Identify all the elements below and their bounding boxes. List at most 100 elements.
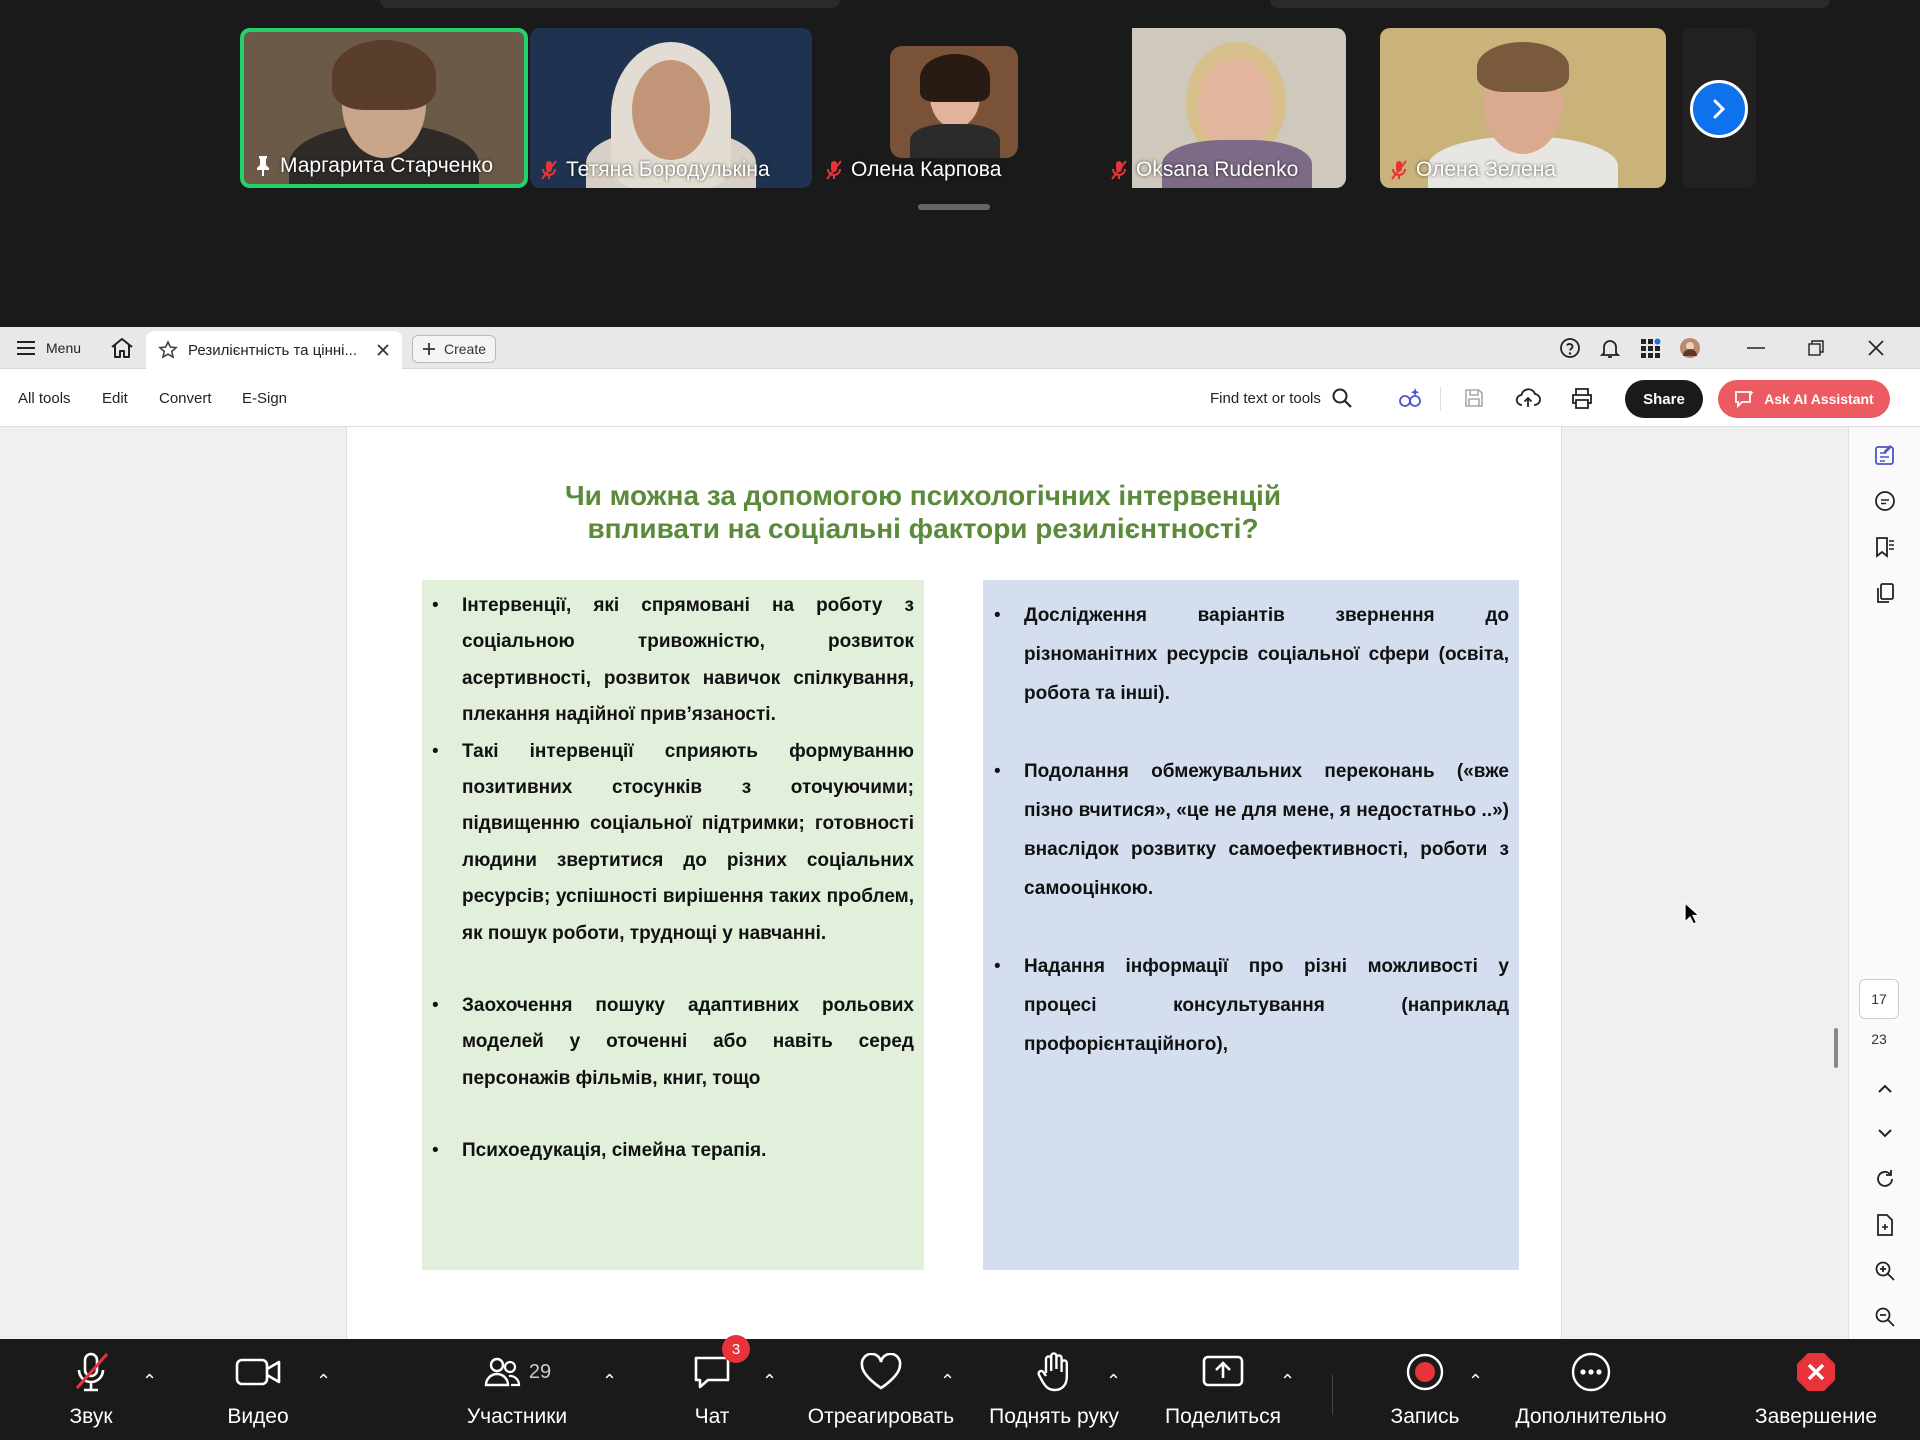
previous-page-button[interactable] (1869, 1073, 1901, 1105)
audio-options-caret[interactable]: ⌃ (142, 1371, 157, 1392)
top-bar-hint-left (380, 0, 840, 8)
video-tile-4[interactable]: Oksana Rudenko (1100, 28, 1346, 188)
mic-muted-icon (1391, 160, 1407, 180)
list-item: Дослідження варіантів звернення до різно… (994, 596, 1509, 713)
document-tab[interactable]: Резилієнтність та цінні... (146, 331, 402, 369)
print-button[interactable] (1568, 384, 1596, 412)
share-screen-button[interactable]: Поделиться (1158, 1347, 1288, 1429)
left-panel: Інтервенції, які спрямовані на роботу з … (422, 580, 924, 1270)
list-item: Надання інформації про різні можливості … (994, 947, 1509, 1064)
ask-ai-assistant-button[interactable]: Ask AI Assistant (1718, 380, 1890, 418)
mic-muted-icon (826, 160, 842, 180)
strip-resize-handle[interactable] (918, 204, 990, 210)
zoom-in-button[interactable] (1869, 1255, 1901, 1287)
list-item: Заохочення пошуку адаптивних рольових мо… (432, 988, 914, 1097)
tab-edit[interactable]: Edit (102, 369, 128, 427)
ai-assistant-icon (1735, 390, 1755, 409)
list-item: Такі інтервенції сприяють формуванню поз… (432, 734, 914, 952)
next-page-button[interactable] (1869, 1117, 1901, 1149)
video-tile-1[interactable]: Маргарита Старченко (240, 28, 528, 188)
video-camera-icon (235, 1358, 281, 1386)
bookmarks-rail-button[interactable] (1869, 531, 1901, 563)
upload-button[interactable] (1514, 384, 1542, 412)
home-button[interactable] (110, 327, 134, 369)
slide-title: Чи можна за допомогою психологічних інте… (564, 480, 1282, 544)
find-text-or-tools[interactable]: Find text or tools (1210, 369, 1353, 427)
rotate-icon (1877, 1170, 1893, 1187)
mic-muted-icon (75, 1352, 109, 1392)
pdf-page: Чи можна за допомогою психологічних інте… (346, 427, 1562, 1339)
pages-rail-button[interactable] (1869, 577, 1901, 609)
acrobat-window: Menu Резилієнтність та цінні... Create A… (0, 327, 1920, 1339)
document-viewer[interactable]: Чи можна за допомогою психологічних інте… (0, 427, 1846, 1339)
chat-button[interactable]: 3 Чат (686, 1335, 750, 1429)
zoom-in-icon (1875, 1261, 1895, 1281)
ai-tools-button[interactable] (1396, 384, 1424, 412)
bell-icon (1599, 340, 1621, 358)
end-meeting-button[interactable]: Завершение (1752, 1347, 1880, 1429)
next-page-button[interactable] (1690, 80, 1748, 138)
minimize-button[interactable] (1726, 327, 1786, 369)
profile-avatar[interactable] (1662, 327, 1718, 369)
close-icon (1868, 340, 1884, 356)
raise-hand-options-caret[interactable]: ⌃ (1106, 1371, 1121, 1392)
participant-name: Oksana Rudenko (1110, 158, 1298, 182)
restore-button[interactable] (1786, 327, 1846, 369)
apps-grid-icon (1641, 338, 1661, 358)
video-tile-5[interactable]: Олена Зелена (1380, 28, 1666, 188)
mic-muted-icon (541, 160, 557, 180)
top-bar-hint-right (1270, 0, 1830, 8)
toolbar-divider (1440, 387, 1441, 411)
video-tile-3[interactable]: Олена Карпова (815, 28, 1093, 188)
save-button[interactable] (1460, 384, 1488, 412)
restore-icon (1808, 340, 1824, 356)
mic-muted-icon (1111, 160, 1127, 180)
record-button[interactable]: Запись (1388, 1347, 1462, 1429)
share-screen-icon (1202, 1355, 1244, 1387)
vertical-scrollbar[interactable] (1834, 1028, 1838, 1068)
record-options-caret[interactable]: ⌃ (1468, 1371, 1483, 1392)
participants-button[interactable]: 29 Участники (462, 1347, 572, 1429)
participant-name: Тетяна Бородулькіна (540, 158, 770, 182)
participants-options-caret[interactable]: ⌃ (602, 1371, 617, 1392)
record-icon (1406, 1353, 1444, 1391)
extract-pages-button[interactable] (1869, 1209, 1901, 1241)
tab-all-tools[interactable]: All tools (18, 369, 71, 427)
share-button[interactable]: Share (1625, 380, 1703, 418)
printer-icon (1572, 388, 1592, 409)
raise-hand-button[interactable]: Поднять руку (984, 1347, 1124, 1429)
participant-video (890, 46, 1018, 158)
menu-button[interactable]: Menu (16, 327, 81, 369)
edit-pdf-icon (1875, 445, 1894, 465)
right-panel: Дослідження варіантів звернення до різно… (983, 580, 1519, 1270)
more-button[interactable]: Дополнительно (1510, 1347, 1672, 1429)
list-item: Психоедукація, сімейна терапія. (432, 1133, 914, 1170)
mouse-cursor-icon (1684, 902, 1700, 925)
close-icon[interactable] (376, 343, 390, 357)
zoom-control-bar: Звук ⌃ Видео ⌃ 29 Участники ⌃ 3 Чат ⌃ От… (0, 1335, 1920, 1440)
audio-button[interactable]: Звук (60, 1347, 122, 1429)
share-options-caret[interactable]: ⌃ (1280, 1371, 1295, 1392)
pages-icon (1877, 583, 1894, 603)
participant-name: Олена Зелена (1390, 158, 1556, 182)
video-button[interactable]: Видео (224, 1347, 292, 1429)
react-button[interactable]: Отреагировать (806, 1347, 956, 1429)
rotate-button[interactable] (1869, 1163, 1901, 1195)
edit-pdf-rail-button[interactable] (1869, 439, 1901, 471)
chevron-down-icon (1878, 1129, 1892, 1138)
pin-icon (257, 156, 269, 176)
zoom-out-button[interactable] (1869, 1301, 1901, 1333)
create-button[interactable]: Create (412, 335, 496, 363)
chat-options-caret[interactable]: ⌃ (762, 1371, 777, 1392)
more-icon (1571, 1352, 1611, 1392)
comment-rail-button[interactable] (1869, 485, 1901, 517)
react-options-caret[interactable]: ⌃ (940, 1371, 955, 1392)
video-tile-2[interactable]: Тетяна Бородулькіна (530, 28, 812, 188)
tab-esign[interactable]: E-Sign (242, 369, 287, 427)
current-page-input[interactable]: 17 (1859, 979, 1899, 1019)
tab-convert[interactable]: Convert (159, 369, 212, 427)
video-options-caret[interactable]: ⌃ (316, 1371, 331, 1392)
participants-count: 29 (528, 1360, 552, 1383)
close-window-button[interactable] (1846, 327, 1906, 369)
list-item: Подолання обмежувальних переконань («вже… (994, 752, 1509, 908)
